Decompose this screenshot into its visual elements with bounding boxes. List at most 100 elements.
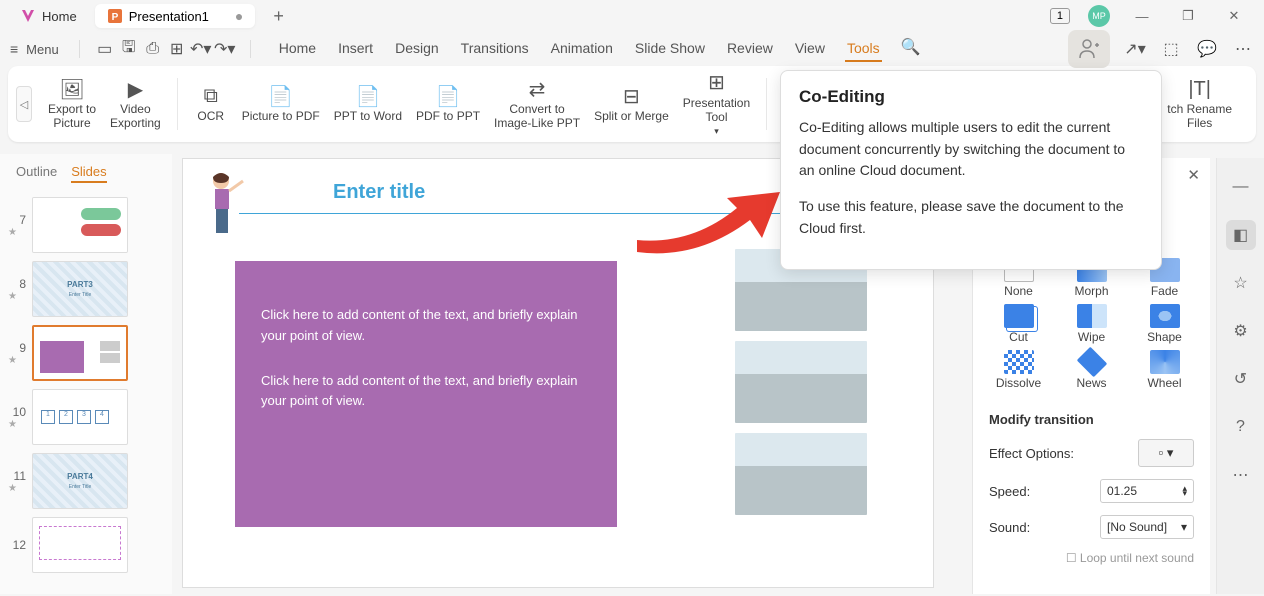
home-tab[interactable]: Home (8, 4, 89, 28)
batch-rename-icon: |T| (1188, 78, 1211, 100)
preview-icon[interactable]: ⊞ (166, 38, 188, 60)
convert-icon: ⇄ (529, 78, 546, 100)
speed-input[interactable]: 01.25▴▾ (1100, 479, 1194, 503)
teacher-illustration (203, 169, 247, 237)
picture-to-pdf-button[interactable]: 📄Picture to PDF (236, 81, 326, 127)
slide-image-3[interactable] (735, 433, 867, 515)
presentation-tool-button[interactable]: ⊞Presentation Tool▾ (677, 68, 756, 141)
tooltip-title: Co-Editing (799, 87, 1143, 107)
search-icon[interactable]: 🔍 (900, 36, 922, 58)
rail-star-icon[interactable]: ☆ (1226, 268, 1256, 298)
tab-review[interactable]: Review (725, 36, 775, 62)
open-icon[interactable]: ▭ (94, 38, 116, 60)
slide-thumb-8[interactable]: 8★ PART3Enter Title (0, 257, 172, 321)
ppt-to-word-button[interactable]: 📄PPT to Word (328, 81, 408, 127)
pic-pdf-icon: 📄 (268, 85, 293, 107)
split-merge-icon: ⊟ (623, 85, 640, 107)
ocr-icon: ⧉ (204, 85, 218, 107)
batch-rename-button[interactable]: |T|tch Rename Files (1161, 74, 1238, 134)
transition-wipe[interactable]: Wipe (1060, 304, 1123, 344)
tooltip-para-2: To use this feature, please save the doc… (799, 196, 1143, 239)
presentation-tool-icon: ⊞ (708, 72, 725, 94)
wps-logo-icon (20, 8, 36, 24)
content-text-1: Click here to add content of the text, a… (261, 305, 591, 347)
rail-more-icon[interactable]: ⋯ (1226, 460, 1256, 490)
titlebar: Home P Presentation1 ● + 1 MP — ❐ ✕ (0, 0, 1264, 32)
modify-transition-label: Modify transition (973, 406, 1210, 433)
sound-dropdown[interactable]: [No Sound]▾ (1100, 515, 1194, 539)
svg-text:P: P (111, 12, 118, 23)
document-name: Presentation1 (129, 9, 209, 24)
transition-wheel[interactable]: Wheel (1133, 350, 1196, 390)
coediting-button[interactable] (1068, 30, 1110, 68)
tab-insert[interactable]: Insert (336, 36, 375, 62)
split-merge-button[interactable]: ⊟Split or Merge (588, 81, 675, 127)
coediting-tooltip: Co-Editing Co-Editing allows multiple us… (780, 70, 1162, 270)
rail-help-icon[interactable]: ? (1226, 412, 1256, 442)
counter-badge[interactable]: 1 (1050, 8, 1070, 24)
rail-transitions-icon[interactable]: ◧ (1226, 220, 1256, 250)
tab-tools[interactable]: Tools (845, 36, 882, 62)
transition-cut[interactable]: Cut (987, 304, 1050, 344)
more-icon[interactable]: ⋯ (1232, 38, 1254, 60)
slide-thumb-11[interactable]: 11★ PART4Enter Title (0, 449, 172, 513)
sound-label: Sound: (989, 520, 1030, 535)
rail-history-icon[interactable]: ↺ (1226, 364, 1256, 394)
document-tab[interactable]: P Presentation1 ● (95, 4, 256, 28)
minimize-button[interactable]: — (1128, 2, 1156, 30)
presentation-icon: P (107, 8, 123, 24)
undo-icon[interactable]: ↶▾ (190, 38, 212, 60)
video-exporting-button[interactable]: ▶Video Exporting (104, 74, 167, 134)
print-icon[interactable]: ⎙ (142, 38, 164, 60)
transition-shape[interactable]: Shape (1133, 304, 1196, 344)
rail-settings-icon[interactable]: ⚙ (1226, 316, 1256, 346)
tab-animation[interactable]: Animation (549, 36, 615, 62)
slide-thumb-10[interactable]: 10★ 1234 (0, 385, 172, 449)
save-icon[interactable]: 🖫 (118, 38, 140, 60)
outline-tab[interactable]: Outline (16, 164, 57, 183)
slides-tab[interactable]: Slides (71, 164, 106, 183)
transition-dissolve[interactable]: Dissolve (987, 350, 1050, 390)
export-to-picture-button[interactable]: 🖼Export to Picture (42, 74, 102, 134)
speed-label: Speed: (989, 484, 1030, 499)
hamburger-icon[interactable]: ≡ (10, 41, 18, 57)
panel-close-button[interactable]: ✕ (1187, 166, 1200, 184)
tab-slideshow[interactable]: Slide Show (633, 36, 707, 62)
new-tab-button[interactable]: + (267, 4, 290, 29)
loop-checkbox-label[interactable]: ☐ Loop until next sound (1066, 551, 1194, 565)
user-avatar[interactable]: MP (1088, 5, 1110, 27)
ocr-button[interactable]: ⧉OCR (188, 81, 234, 127)
convert-imagelike-button[interactable]: ⇄Convert to Image-Like PPT (488, 74, 586, 134)
effect-options-dropdown[interactable]: ▫ ▾ (1138, 439, 1194, 467)
tab-home[interactable]: Home (277, 36, 318, 62)
tab-view[interactable]: View (793, 36, 827, 62)
home-tab-label: Home (42, 9, 77, 24)
save-cloud-icon[interactable]: ⬚ (1160, 38, 1182, 60)
effect-options-label: Effect Options: (989, 446, 1074, 461)
export-picture-icon: 🖼 (59, 78, 84, 100)
rail-collapse[interactable]: — (1226, 172, 1256, 202)
close-button[interactable]: ✕ (1220, 2, 1248, 30)
content-box[interactable]: Click here to add content of the text, a… (235, 261, 617, 527)
slide-image-2[interactable] (735, 341, 867, 423)
tab-design[interactable]: Design (393, 36, 441, 62)
share-icon[interactable]: ↗▾ (1124, 38, 1146, 60)
redo-icon[interactable]: ↷▾ (214, 38, 236, 60)
tooltip-para-1: Co-Editing allows multiple users to edit… (799, 117, 1143, 182)
tab-transitions[interactable]: Transitions (459, 36, 531, 62)
transition-news[interactable]: News (1060, 350, 1123, 390)
maximize-button[interactable]: ❐ (1174, 2, 1202, 30)
slide-thumb-12[interactable]: 12 (0, 513, 172, 577)
pdf-ppt-icon: 📄 (436, 85, 461, 107)
slide-panel: Outline Slides 7★ 8★ PART3Enter Title 9★… (0, 154, 172, 594)
slide-thumb-9[interactable]: 9★ (0, 321, 172, 385)
ribbon-scroll-left[interactable]: ◁ (16, 86, 32, 122)
menubar: ≡ Menu ▭ 🖫 ⎙ ⊞ ↶▾ ↷▾ Home Insert Design … (0, 32, 1264, 66)
image-column (735, 249, 867, 515)
menu-tabs: Home Insert Design Transitions Animation… (277, 36, 922, 62)
menu-button[interactable]: Menu (26, 42, 59, 57)
pdf-to-ppt-button[interactable]: 📄PDF to PPT (410, 81, 486, 127)
slide-thumb-7[interactable]: 7★ (0, 193, 172, 257)
comment-icon[interactable]: 💬 (1196, 38, 1218, 60)
tab-close-icon[interactable]: ● (235, 8, 243, 24)
